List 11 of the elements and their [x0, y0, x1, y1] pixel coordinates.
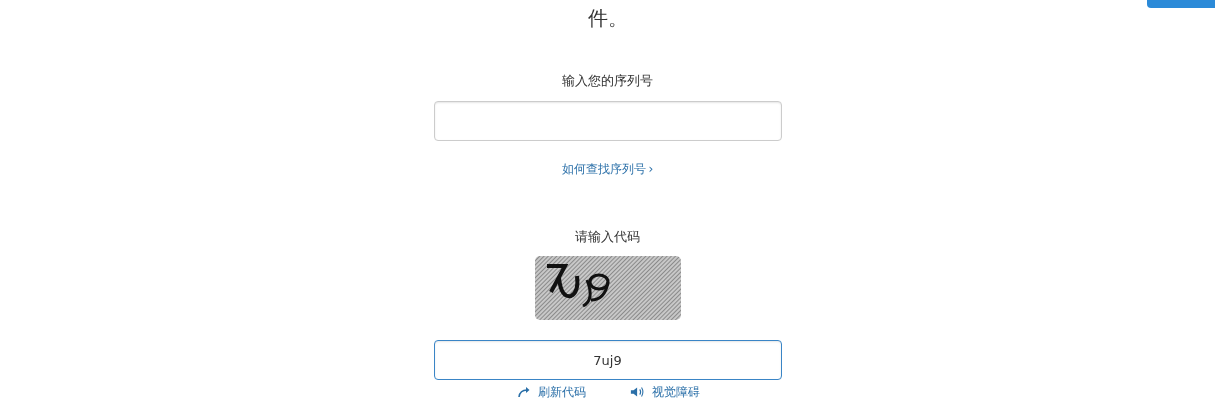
- field-label: 请输入代码: [575, 228, 640, 246]
- corner-badge[interactable]: [1147, 0, 1215, 8]
- field-label: 输入您的序列号: [562, 72, 653, 90]
- speaker-icon: [629, 385, 646, 399]
- intro-text: 件。: [587, 5, 628, 32]
- captcha-action-link[interactable]: 视觉障碍: [629, 384, 700, 400]
- refresh-icon: [515, 385, 532, 399]
- serial-help-link[interactable]: 如何查找序列号 ›: [561, 161, 654, 177]
- code-input-field[interactable]: 7uj9: [433, 340, 782, 380]
- serial-input-field[interactable]: [433, 101, 782, 141]
- captcha-action-link[interactable]: 刷新代码: [515, 384, 586, 400]
